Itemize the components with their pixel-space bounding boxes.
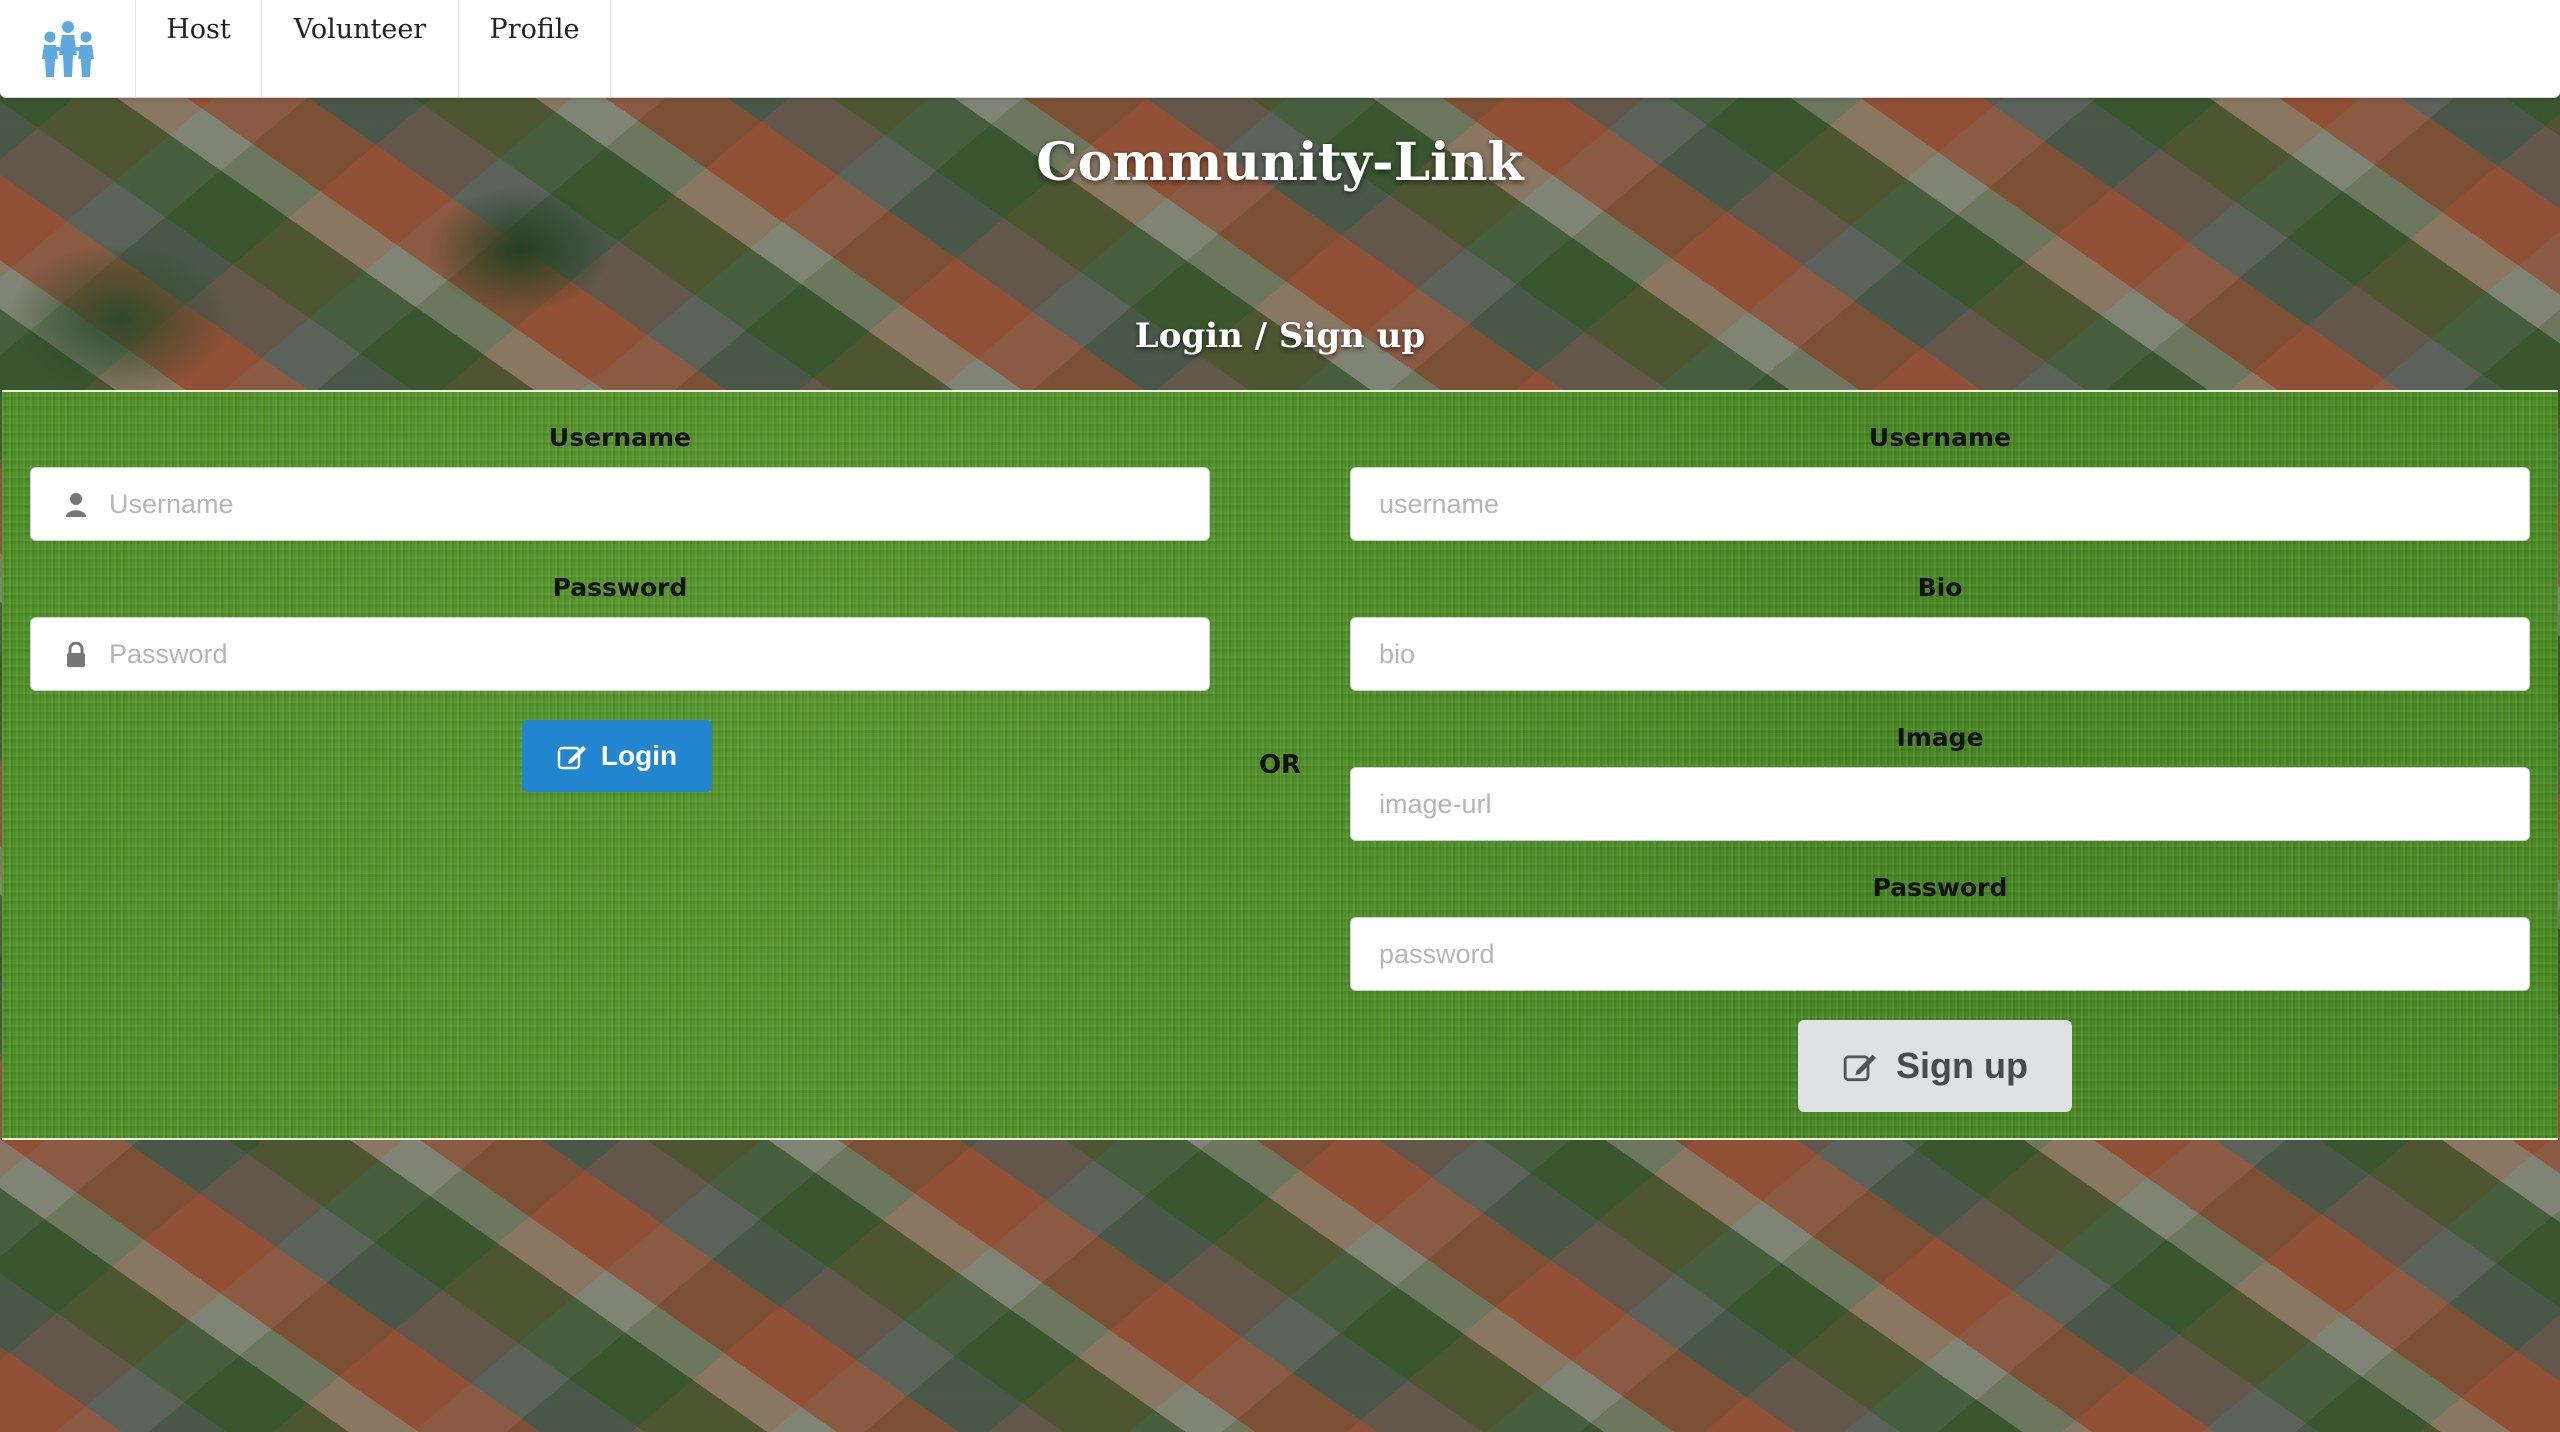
signup-button[interactable]: Sign up: [1798, 1020, 2072, 1112]
nav-profile-label: Profile: [489, 14, 580, 45]
login-button[interactable]: Login: [522, 720, 712, 792]
login-password-label: Password: [552, 573, 688, 602]
page-subtitle: Login / Sign up: [1134, 316, 1426, 356]
signup-username-input[interactable]: [1351, 468, 2529, 540]
login-password-input[interactable]: [31, 618, 1209, 690]
nav-host[interactable]: Host: [136, 0, 262, 97]
edit-icon: [557, 746, 586, 770]
signup-image-input[interactable]: [1351, 768, 2529, 840]
nav-host-label: Host: [166, 14, 231, 45]
nav-volunteer[interactable]: Volunteer: [262, 0, 459, 97]
signup-image-field[interactable]: [1350, 767, 2530, 841]
logo[interactable]: [0, 0, 136, 98]
signup-username-label: Username: [1868, 423, 2012, 452]
login-username-input[interactable]: [31, 468, 1209, 540]
signup-bio-label: Bio: [1917, 573, 1963, 602]
signup-bio-field[interactable]: [1350, 617, 2530, 691]
signup-image-label: Image: [1896, 723, 1984, 752]
login-username-field[interactable]: [30, 467, 1210, 541]
top-navbar: Host Volunteer Profile: [0, 0, 2560, 98]
login-username-label: Username: [548, 423, 692, 452]
signup-password-label: Password: [1872, 873, 2008, 902]
signup-password-input[interactable]: [1351, 918, 2529, 990]
people-group-icon: [41, 21, 94, 77]
login-button-label: Login: [600, 740, 678, 771]
nav-volunteer-label: Volunteer: [293, 14, 427, 45]
page-title: Community-Link: [1036, 132, 1524, 193]
edit-icon: [1843, 1054, 1876, 1082]
or-divider: OR: [1258, 750, 1302, 780]
signup-username-field[interactable]: [1350, 467, 2530, 541]
nav-profile[interactable]: Profile: [459, 0, 611, 97]
signup-bio-input[interactable]: [1351, 618, 2529, 690]
signup-password-field[interactable]: [1350, 917, 2530, 991]
login-password-field[interactable]: [30, 617, 1210, 691]
signup-button-label: Sign up: [1896, 1045, 2028, 1086]
lock-icon: [61, 640, 91, 670]
user-icon: [61, 490, 91, 520]
